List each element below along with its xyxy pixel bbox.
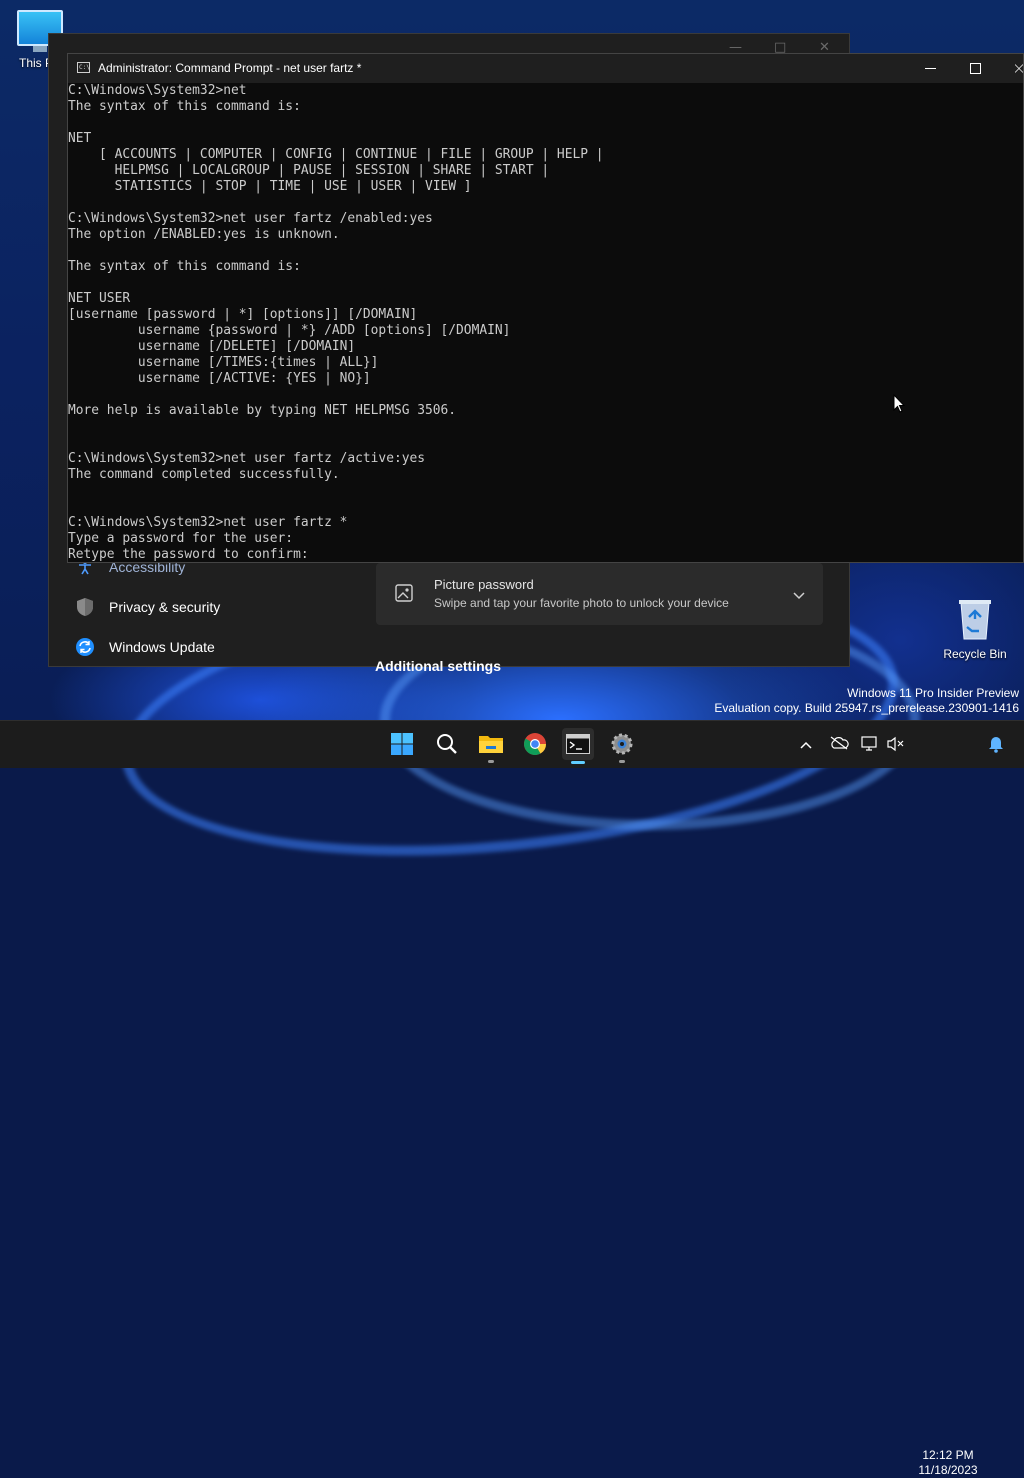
start-button[interactable] (386, 728, 418, 760)
maximize-icon (969, 63, 981, 74)
terminal-line: The command completed successfully. (68, 467, 340, 482)
cmd-maximize-button[interactable] (952, 54, 998, 83)
taskbar: 12:12 PM 11/18/2023 (0, 720, 1024, 1477)
minimize-icon (924, 68, 936, 69)
terminal-line: NET (68, 131, 92, 146)
terminal-output[interactable]: C:\Windows\System32>net The syntax of thi… (68, 83, 1023, 562)
terminal-line: [ ACCOUNTS | COMPUTER | CONFIG | CONTINU… (68, 147, 604, 162)
nav-item-privacy-security[interactable]: Privacy & security (75, 597, 220, 617)
terminal-line: C:\Windows\System32>net user fartz /acti… (68, 451, 425, 466)
clock-time: 12:12 PM (922, 1448, 974, 1462)
picture-password-card[interactable]: Picture password Swipe and tap your favo… (376, 563, 823, 625)
terminal-line: C:\Windows\System32>net (68, 83, 247, 98)
windows-logo-icon (391, 733, 413, 755)
terminal-line: [username [password | *] [options]] [/DO… (68, 307, 418, 322)
picture-password-icon (395, 584, 413, 606)
notification-bell-icon[interactable] (988, 735, 1004, 757)
terminal-line: C:\Windows\System32>net user fartz /enab… (68, 211, 433, 226)
terminal-line: username [/TIMES:{times | ALL}] (68, 355, 379, 370)
picture-password-description: Swipe and tap your favorite photo to unl… (434, 596, 729, 610)
additional-settings-heading: Additional settings (375, 658, 501, 674)
cmd-window-title: Administrator: Command Prompt - net user… (98, 61, 362, 75)
recycle-bin-desktop-icon[interactable]: Recycle Bin (940, 597, 1010, 661)
windows-update-icon (75, 637, 95, 657)
terminal-lines: C:\Windows\System32>net The syntax of thi… (68, 83, 1023, 562)
watermark-line: Windows 11 Pro Insider Preview (847, 686, 1019, 700)
cmd-scrollbar[interactable] (1013, 83, 1023, 562)
terminal-line: username {password | *} /ADD [options] [… (68, 323, 511, 338)
taskbar-file-explorer[interactable] (475, 728, 507, 763)
terminal-line: More help is available by typing NET HEL… (68, 403, 457, 418)
cmd-minimize-button[interactable] (907, 54, 953, 83)
terminal-line: The syntax of this command is: (68, 99, 301, 114)
terminal-line: The syntax of this command is: (68, 259, 301, 274)
cmd-close-button[interactable] (997, 54, 1023, 83)
show-hidden-icons-chevron-icon[interactable] (800, 737, 812, 753)
terminal-line: HELPMSG | LOCALGROUP | PAUSE | SESSION |… (68, 163, 550, 178)
shield-icon (75, 597, 95, 617)
folder-icon (479, 736, 503, 753)
nav-label: Windows Update (109, 639, 215, 655)
recycle-bin-label: Recycle Bin (943, 647, 1007, 661)
cmd-app-icon: C:\ (77, 62, 90, 73)
terminal-line: C:\Windows\System32>net user fartz * (68, 515, 348, 530)
settings-gear-icon (611, 733, 633, 755)
terminal-line: username [/ACTIVE: {YES | NO}] (68, 371, 371, 386)
watermark-line: Evaluation copy. Build 25947.rs_prerelea… (714, 701, 1019, 715)
terminal-line: username [/DELETE] [/DOMAIN] (68, 339, 356, 354)
terminal-line: The option /ENABLED:yes is unknown. (68, 227, 340, 242)
chevron-down-icon[interactable] (793, 585, 805, 604)
taskbar-settings[interactable] (606, 728, 638, 763)
nav-item-windows-update[interactable]: Windows Update (75, 637, 215, 657)
search-icon (437, 734, 457, 754)
evaluation-watermark: Windows 11 Pro Insider Preview Evaluatio… (714, 686, 1019, 716)
terminal-line: NET USER (68, 291, 131, 306)
onedrive-offline-icon[interactable] (829, 736, 849, 754)
terminal-line: STATISTICS | STOP | TIME | USE | USER | … (68, 179, 472, 194)
command-prompt-window[interactable]: C:\ Administrator: Command Prompt - net … (67, 53, 1024, 563)
mouse-cursor-icon (893, 393, 906, 417)
close-icon (1015, 64, 1023, 73)
nav-label: Privacy & security (109, 599, 221, 615)
taskbar-clock[interactable]: 12:12 PM 11/18/2023 (914, 1448, 982, 1478)
chrome-icon (524, 733, 546, 755)
volume-muted-icon[interactable] (886, 736, 906, 756)
taskbar-search-button[interactable] (431, 728, 463, 760)
terminal-line: Retype the password to confirm: (68, 547, 309, 562)
taskbar-command-prompt[interactable] (562, 728, 594, 764)
network-icon[interactable] (861, 736, 879, 756)
recycle-bin-icon (955, 597, 995, 641)
terminal-icon (566, 734, 590, 754)
taskbar-chrome[interactable] (519, 728, 551, 760)
clock-date: 11/18/2023 (918, 1463, 978, 1477)
cmd-titlebar[interactable]: C:\ Administrator: Command Prompt - net … (68, 54, 1023, 83)
picture-password-title: Picture password (434, 577, 534, 592)
terminal-line: Type a password for the user: (68, 531, 294, 546)
